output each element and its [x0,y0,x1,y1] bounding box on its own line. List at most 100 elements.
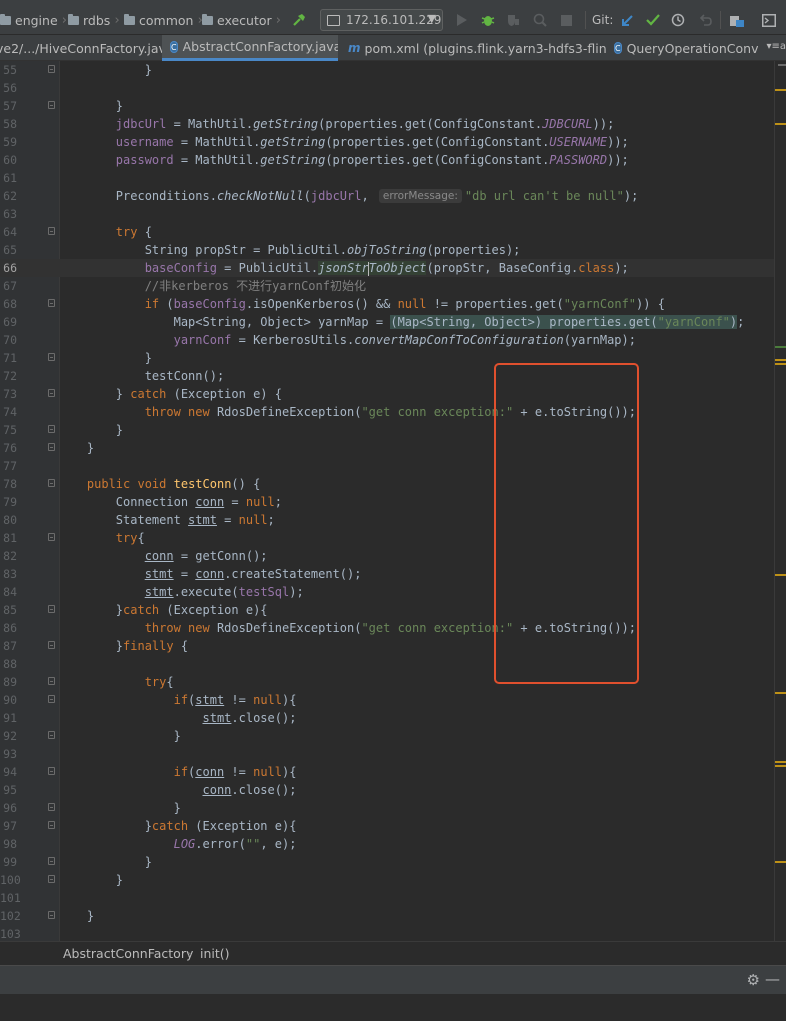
code-line[interactable]: 62 Preconditions.checkNotNull(jdbcUrl, e… [0,187,774,205]
fold-toggle-icon[interactable] [48,875,55,883]
coverage-shield-icon[interactable] [505,11,521,29]
code-line[interactable]: 59 username = MathUtil.getString(propert… [0,133,774,151]
code-line[interactable]: 77 [0,457,774,475]
code-line[interactable]: 56 [0,79,774,97]
code-line[interactable]: 90 if(stmt != null){ [0,691,774,709]
code-line[interactable]: 82 conn = getConn(); [0,547,774,565]
code-line[interactable]: 85 }catch (Exception e){ [0,601,774,619]
code-line[interactable]: 76 } [0,439,774,457]
tab-pom-xml[interactable]: m pom.xml (plugins.flink.yarn3-hdfs3-fli… [338,35,606,61]
fold-toggle-icon[interactable] [48,479,55,487]
build-hammer-icon[interactable] [291,11,307,29]
code-line[interactable]: 69 Map<String, Object> yarnMap = (Map<St… [0,313,774,331]
code-line[interactable]: 60 password = MathUtil.getString(propert… [0,151,774,169]
fold-toggle-icon[interactable] [48,911,55,919]
warning-stripe-mark[interactable] [775,761,786,763]
code-line[interactable]: 61 [0,169,774,187]
run-icon[interactable] [455,11,469,29]
rollback-undo-icon[interactable] [697,11,713,29]
code-line[interactable]: 89 try{ [0,673,774,691]
code-line[interactable]: 55 } [0,61,774,79]
warning-stripe-mark[interactable] [775,123,786,125]
gear-icon[interactable]: ⚙ [747,971,760,989]
code-line[interactable]: 102 } [0,907,774,925]
warning-stripe-mark[interactable] [775,89,786,91]
fold-toggle-icon[interactable] [48,821,55,829]
git-update-arrow-icon[interactable] [619,11,635,29]
code-line[interactable]: 72 testConn(); [0,367,774,385]
code-line[interactable]: 91 stmt.close(); [0,709,774,727]
run-configuration-select[interactable]: 172.16.101.229 ▼ [320,9,443,31]
code-line[interactable]: 103 [0,925,774,941]
code-line[interactable]: 79 Connection conn = null; [0,493,774,511]
terminal-window-icon[interactable] [761,11,777,29]
fold-toggle-icon[interactable] [48,425,55,433]
profiler-icon[interactable] [532,11,548,29]
tab-hive-conn-factory[interactable]: ve2/.../HiveConnFactory.java ✕ [0,35,162,61]
fold-toggle-icon[interactable] [48,299,55,307]
nav-crumb-engine[interactable]: engine › [0,12,71,28]
code-line[interactable]: 83 stmt = conn.createStatement(); [0,565,774,583]
code-line[interactable]: 93 [0,745,774,763]
warning-stripe-mark[interactable] [775,692,786,694]
code-line[interactable]: 101 [0,889,774,907]
code-line[interactable]: 87 }finally { [0,637,774,655]
fold-toggle-icon[interactable] [48,101,55,109]
tab-overflow-menu-icon[interactable]: ▾≡a [766,41,786,52]
fold-toggle-icon[interactable] [48,641,55,649]
fold-toggle-icon[interactable] [48,389,55,397]
tab-query-operation-converter[interactable]: C QueryOperationConve [606,35,758,61]
fold-toggle-icon[interactable] [48,677,55,685]
code-line[interactable]: 78 public void testConn() { [0,475,774,493]
code-line[interactable]: 57 } [0,97,774,115]
code-line[interactable]: 81 try{ [0,529,774,547]
code-line[interactable]: 74 throw new RdosDefineException("get co… [0,403,774,421]
code-line[interactable]: 98 LOG.error("", e); [0,835,774,853]
code-editor[interactable]: 55 } 56 57 } 58 jdbcUrl = MathUtil.getStrin… [0,61,786,941]
code-line[interactable]: 70 yarnConf = KerberosUtils.convertMapCo… [0,331,774,349]
fold-toggle-icon[interactable] [48,65,55,73]
fold-toggle-icon[interactable] [48,767,55,775]
breadcrumb-method[interactable]: init() [200,946,230,961]
code-line[interactable]: 80 Statement stmt = null; [0,511,774,529]
fold-toggle-icon[interactable] [48,731,55,739]
code-line[interactable]: 92 } [0,727,774,745]
history-clock-icon[interactable] [670,11,686,29]
fold-toggle-icon[interactable] [48,605,55,613]
code-line[interactable]: 94 if(conn != null){ [0,763,774,781]
debug-bug-icon[interactable] [480,11,496,29]
fold-toggle-icon[interactable] [48,353,55,361]
code-line[interactable]: 96 } [0,799,774,817]
code-line[interactable]: 75 } [0,421,774,439]
code-line[interactable]: 97 }catch (Exception e){ [0,817,774,835]
fold-toggle-icon[interactable] [48,803,55,811]
fold-toggle-icon[interactable] [48,533,55,541]
fold-toggle-icon[interactable] [48,227,55,235]
code-line[interactable]: 84 stmt.execute(testSql); [0,583,774,601]
code-line[interactable]: 67 //非kerberos 不进行yarnConf初始化 [0,277,774,295]
git-commit-check-icon[interactable] [645,11,661,29]
code-line[interactable]: 100 } [0,871,774,889]
code-line[interactable]: 66 baseConfig = PublicUtil.jsonStrToObje… [0,259,774,277]
warning-stripe-mark[interactable] [775,359,786,361]
code-line[interactable]: 95 conn.close(); [0,781,774,799]
warning-stripe-mark[interactable] [775,765,786,767]
fold-toggle-icon[interactable] [48,695,55,703]
code-line[interactable]: 99 } [0,853,774,871]
fold-toggle-icon[interactable] [48,857,55,865]
code-line[interactable]: 65 String propStr = PublicUtil.objToStri… [0,241,774,259]
tab-abstract-conn-factory[interactable]: C AbstractConnFactory.java ✕ [162,35,338,61]
code-line[interactable]: 86 throw new RdosDefineException("get co… [0,619,774,637]
minimize-icon[interactable]: — [765,970,780,988]
breadcrumb-class[interactable]: AbstractConnFactory [63,946,193,961]
code-line[interactable]: 88 [0,655,774,673]
nav-crumb-executor[interactable]: executor › [202,12,281,28]
warning-stripe-mark[interactable] [775,363,786,365]
code-line[interactable]: 58 jdbcUrl = MathUtil.getString(properti… [0,115,774,133]
fold-toggle-icon[interactable] [48,443,55,451]
warning-stripe-mark[interactable] [775,574,786,576]
code-line[interactable]: 68 if (baseConfig.isOpenKerberos() && nu… [0,295,774,313]
project-structure-icon[interactable] [729,11,745,29]
warning-stripe-mark[interactable] [775,861,786,863]
changed-stripe-mark[interactable] [775,346,786,348]
